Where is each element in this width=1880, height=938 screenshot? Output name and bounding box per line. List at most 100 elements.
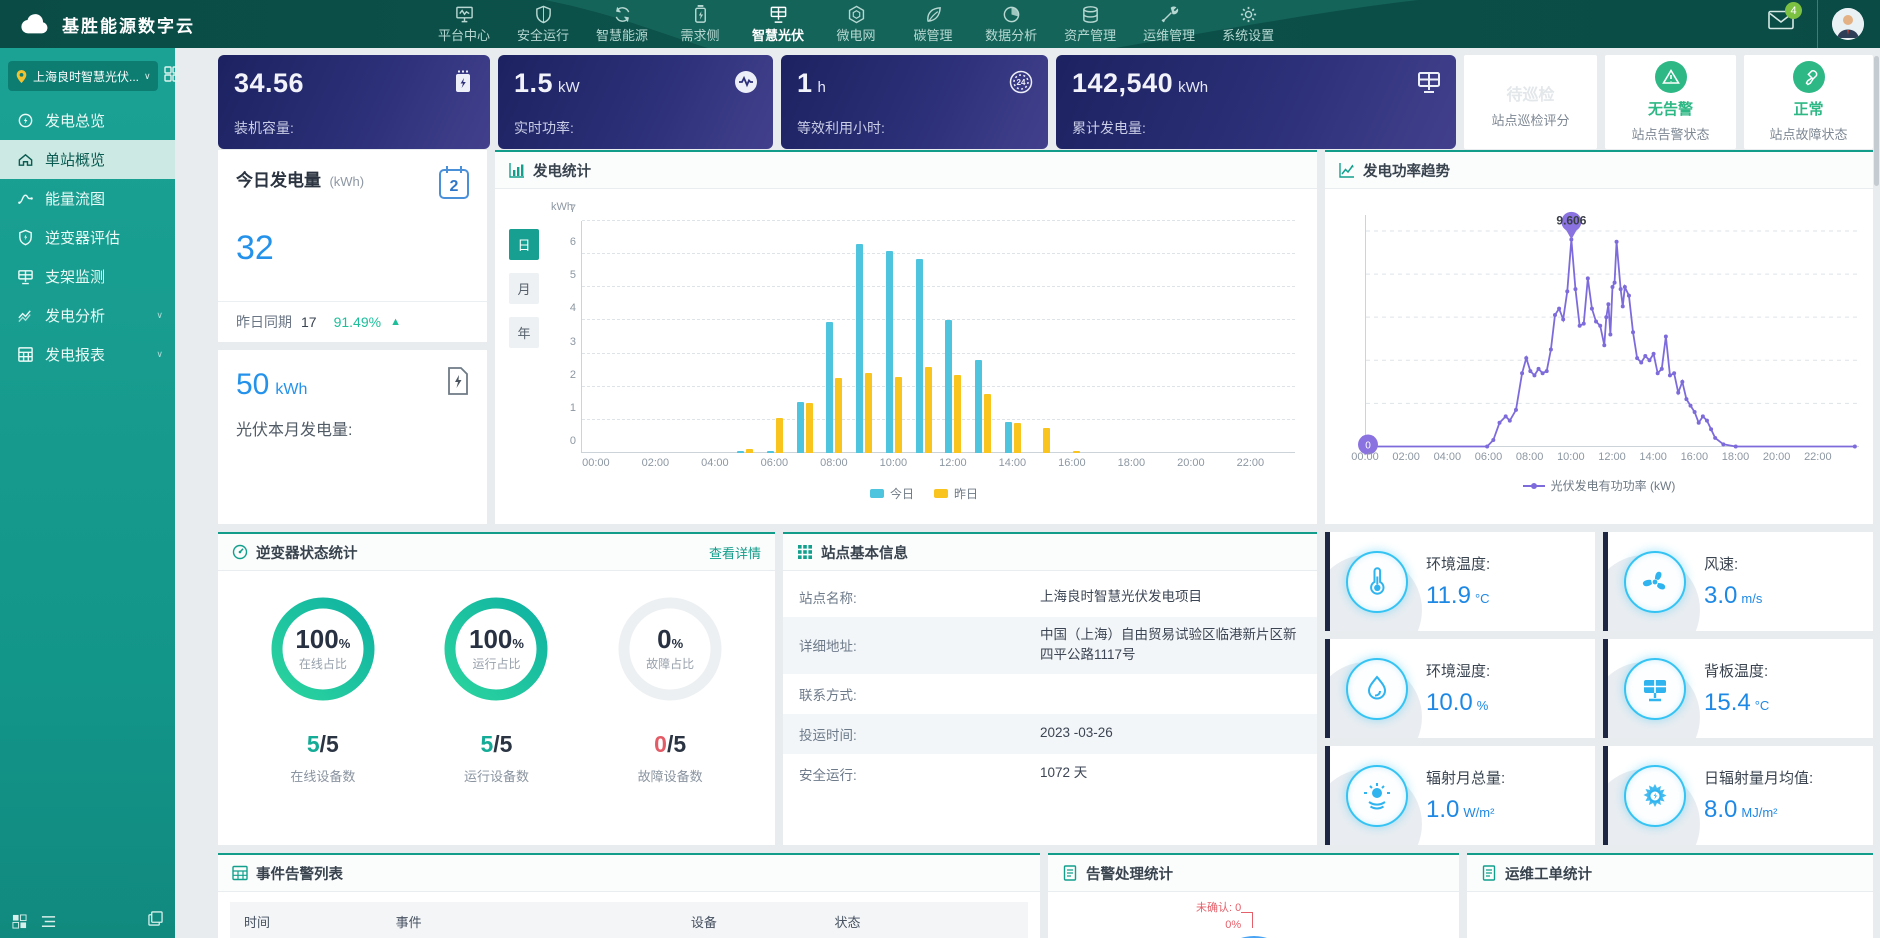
today-generation-value: 32 [236,229,469,268]
x-axis-label: 02:00 [1392,451,1420,463]
nav-item-0[interactable]: 平台中心 [438,5,490,44]
site-info-value: 上海良时智慧光伏发电项目 [1040,587,1301,607]
device-count-label: 故障设备数 [638,766,703,785]
bar-group-23:00 [1265,221,1295,453]
view-details-link[interactable]: 查看详情 [709,543,761,562]
inverter-donut-1: 100% 运行占比 5/5 运行设备数 [440,593,552,785]
annotation-connector [1241,912,1253,928]
stat-label: 累计发电量: [1072,118,1146,138]
legend-item[interactable]: 今日 [870,485,914,502]
window-copy-icon[interactable] [148,911,163,926]
site-info-value: 中国（上海）自由贸易试验区临港新片区新四平公路1117号 [1040,625,1301,666]
sidebar-item-4[interactable]: 支架监测 [0,257,175,296]
x-axis-label: 08:00 [1516,451,1544,463]
bar-group-07:00 [790,221,820,453]
sensor-value: 3.0m/s [1704,582,1762,610]
inverter-donut-0: 100% 在线占比 5/5 在线设备数 [267,593,379,785]
compare-label: 昨日同期 [236,312,292,332]
x-axis-label: 06:00 [761,457,789,469]
nav-item-3[interactable]: 需求侧 [675,5,725,44]
mail-button[interactable]: 4 [1768,10,1794,35]
site-info-rows: 站点名称: 上海良时智慧光伏发电项目 详细地址: 中国（上海）自由贸易试验区临港… [783,571,1317,794]
bar-昨日 [1073,451,1080,453]
nav-item-8[interactable]: 资产管理 [1064,5,1116,44]
site-info-value: 1072 天 [1040,763,1301,783]
status-label: 站点巡检评分 [1491,110,1569,129]
today-card-title: 今日发电量 [236,171,321,190]
nav-item-5[interactable]: 微电网 [831,5,881,44]
panel-title: 运维工单统计 [1505,863,1592,884]
stat-cards-row: 34.56 装机容量: 1.5kW 实时功率: 1h 24 等效利用小时: 14… [218,55,1873,143]
legend-item[interactable]: 光伏发电有功功率 (kW) [1523,477,1676,494]
sensor-card-1: 风速: 3.0m/s [1603,532,1873,631]
bar-今日 [797,402,804,453]
nav-item-1[interactable]: 安全运行 [517,5,569,44]
station-grid-button[interactable] [164,66,180,87]
inverter-shield-icon [17,229,34,246]
sidebar-item-0[interactable]: 发电总览 [0,101,175,140]
nav-item-7[interactable]: 数据分析 [985,5,1037,44]
header-divider [1817,0,1818,48]
x-axis-label: 20:00 [1177,457,1205,469]
sidebar-item-3[interactable]: 逆变器评估 [0,218,175,257]
sidebar-item-2[interactable]: 能量流图 [0,179,175,218]
apps-grid-icon [164,66,180,82]
location-pin-icon [15,69,28,84]
nav-item-6[interactable]: 碳管理 [908,5,958,44]
analysis-wave-icon [17,307,34,324]
svg-text:2: 2 [450,178,459,195]
stat-label: 等效利用小时: [797,118,885,138]
stat-card-2: 1h 24 等效利用小时: [781,55,1048,149]
event-column-3: 状态 [820,912,1027,931]
tab-月[interactable]: 月 [509,273,539,304]
svg-text:9.606: 9.606 [1556,213,1586,227]
asset-database-icon [1081,5,1100,24]
solar-panel-icon [1639,673,1671,705]
main-content: 34.56 装机容量: 1.5kW 实时功率: 1h 24 等效利用小时: 14… [175,48,1880,938]
x-axis-label: 04:00 [701,457,729,469]
nav-item-9[interactable]: 运维管理 [1143,5,1195,44]
nav-item-label: 微电网 [837,25,876,44]
x-axis-label: 06:00 [1475,451,1503,463]
sensor-unit: °C [1755,698,1770,713]
site-info-value: 2023 -03-26 [1040,723,1301,743]
sidebar-item-6[interactable]: 发电报表 ∨ [0,335,175,374]
tab-年[interactable]: 年 [509,317,539,348]
nav-item-2[interactable]: 智慧能源 [596,5,648,44]
panel-title: 告警处理统计 [1086,863,1173,884]
page-scrollbar[interactable] [1874,56,1879,186]
donut-ring-label: 运行占比 [472,655,520,672]
energy-flow-icon [17,190,34,207]
power-overview-icon [17,112,34,129]
bar-今日 [737,451,744,453]
sidebar-item-1[interactable]: 单站概览 [0,140,175,179]
event-column-2: 设备 [677,912,821,931]
bar-group-16:00 [1057,221,1087,453]
bar-今日 [945,320,952,453]
sidebar-item-5[interactable]: 发电分析 ∨ [0,296,175,335]
nav-item-10[interactable]: 系统设置 [1222,5,1274,44]
bar-group-13:00 [968,221,998,453]
platform-icon [455,5,474,24]
app-title: 基胜能源数字云 [62,12,195,37]
status-value-muted: 待巡检 [1506,81,1554,105]
sensor-unit: °C [1475,591,1490,606]
nav-item-label: 需求侧 [681,25,720,44]
user-avatar[interactable] [1832,8,1864,40]
legend-swatch [870,489,884,498]
sidebar-item-label: 发电报表 [45,344,105,365]
site-info-row: 安全运行: 1072 天 [783,754,1317,794]
today-generation-card: 今日发电量 (kWh) 32 2 昨日同期 17 91.49% ▲ [218,150,487,342]
bar-group-19:00 [1146,221,1176,453]
document-icon [1481,865,1497,881]
nav-item-4[interactable]: 智慧光伏 [752,5,804,44]
tab-日[interactable]: 日 [509,229,539,260]
max-value-pin: 9.606 [1556,212,1586,240]
legend-item[interactable]: 昨日 [934,485,978,502]
grid-small-icon[interactable] [12,914,27,929]
list-toggle-icon[interactable] [41,914,56,929]
security-shield-icon [534,5,553,24]
bar-今日 [975,360,982,453]
station-selector[interactable]: 上海良时智慧光伏... ∨ [8,61,158,91]
bar-昨日 [865,373,872,453]
